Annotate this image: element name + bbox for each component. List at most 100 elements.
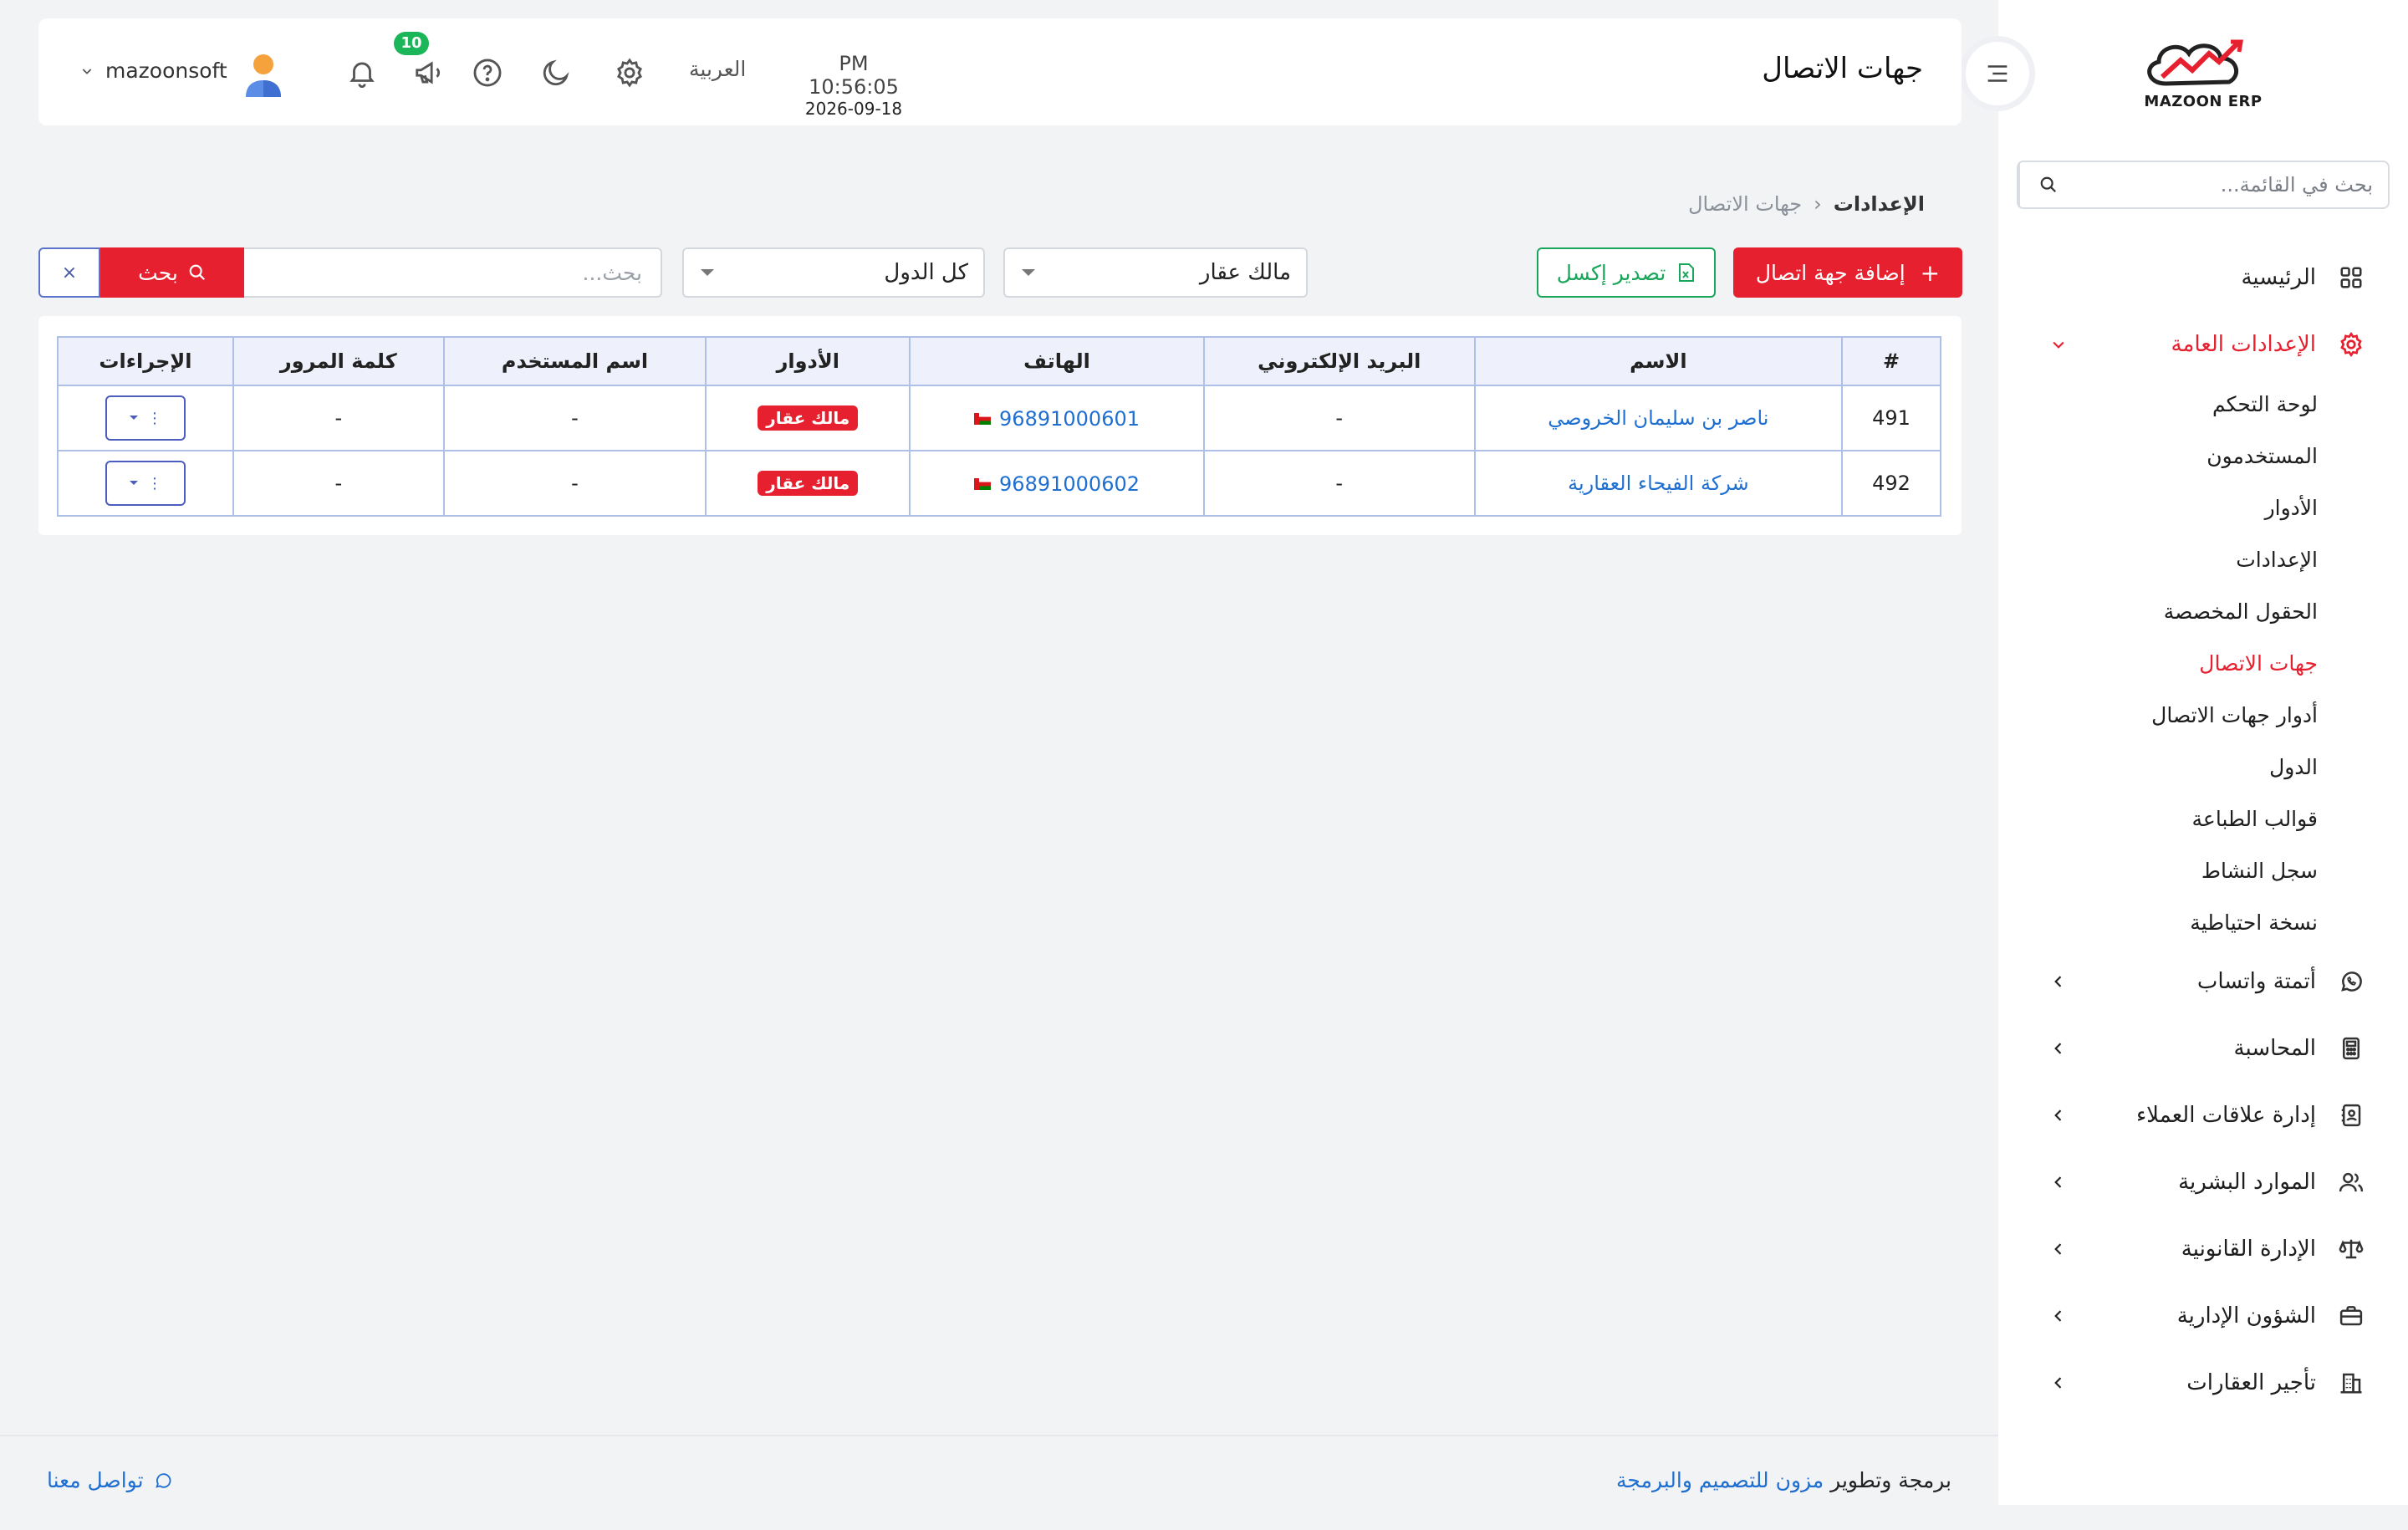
breadcrumb-root[interactable]: الإعدادات <box>1834 192 1925 216</box>
chevron-left-icon[interactable] <box>2048 1105 2069 1125</box>
cell-password: - <box>232 450 445 517</box>
sidebar-item-label: الشؤون الإدارية <box>2176 1303 2316 1329</box>
sidebar-item-hr[interactable]: الموارد البشرية <box>1998 1149 2408 1216</box>
help-icon[interactable] <box>470 55 505 90</box>
column-header-password[interactable]: كلمة المرور <box>232 336 445 386</box>
dark-mode-moon-icon[interactable] <box>538 55 574 90</box>
logo-cloud-icon <box>2147 39 2243 86</box>
excel-file-icon <box>1677 263 1696 283</box>
sidebar-subitem-countries[interactable]: الدول <box>1998 741 2318 793</box>
language-switch[interactable]: العربية <box>689 57 746 81</box>
row-actions-button[interactable]: ⋮ <box>105 461 186 506</box>
sidebar-item-label: المحاسبة <box>2233 1036 2316 1061</box>
settings-gear-icon[interactable] <box>612 55 647 90</box>
user-menu[interactable]: mazoonsoft <box>80 59 227 83</box>
cell-username: - <box>442 450 707 517</box>
kebab-menu-icon: ⋮ <box>146 474 162 492</box>
chevron-left-icon[interactable] <box>2048 972 2069 992</box>
bell-icon[interactable] <box>344 55 380 90</box>
avatar[interactable] <box>242 52 284 97</box>
sidebar-subitem-roles[interactable]: الأدوار <box>1998 482 2318 533</box>
search-input[interactable]: بحث... <box>244 247 662 298</box>
chevron-left-icon[interactable] <box>2048 1038 2069 1058</box>
footer-credit-link[interactable]: مزون للتصميم والبرمجة <box>1616 1468 1824 1492</box>
add-contact-button[interactable]: + إضافة جهة اتصال <box>1733 247 1962 298</box>
oman-flag-icon <box>974 477 992 490</box>
phone-link[interactable]: 96891000602 <box>974 472 1140 496</box>
column-header-roles[interactable]: الأدوار <box>705 336 911 386</box>
chevron-down-icon <box>129 480 139 487</box>
column-header-phone[interactable]: الهاتف <box>909 336 1205 386</box>
sidebar-subitem-backup[interactable]: نسخة احتياطية <box>1998 896 2318 948</box>
sidebar-subitem-settings[interactable]: الإعدادات <box>1998 533 2318 585</box>
sidebar-subitem-activity-log[interactable]: سجل النشاط <box>1998 844 2318 896</box>
chevron-down-icon[interactable] <box>2048 334 2069 354</box>
sidebar-subitem-custom-fields[interactable]: الحقول المخصصة <box>1998 585 2318 637</box>
search-icon <box>188 263 207 282</box>
sidebar-item-legal[interactable]: الإدارة القانونية <box>1998 1216 2408 1283</box>
search-button[interactable]: بحث <box>100 247 244 298</box>
sidebar-toggle-button[interactable] <box>1960 36 2035 111</box>
cell-email: - <box>1202 385 1476 451</box>
sidebar-subitem-dashboard[interactable]: لوحة التحكم <box>1998 378 2318 430</box>
sidebar-item-label: الإدارة القانونية <box>2181 1237 2316 1262</box>
username: mazoonsoft <box>105 59 227 83</box>
sidebar-item-whatsapp[interactable]: أتمتة واتساب <box>1998 948 2408 1015</box>
cell-username: - <box>442 385 707 451</box>
phone-link[interactable]: 96891000601 <box>974 407 1140 431</box>
sidebar-item-accounting[interactable]: المحاسبة <box>1998 1015 2408 1082</box>
column-header-name[interactable]: الاسم <box>1473 336 1844 386</box>
chevron-down-icon <box>129 415 139 421</box>
sidebar-search[interactable]: بحث في القائمة... <box>2017 161 2390 209</box>
sidebar-item-home[interactable]: الرئيسية <box>1998 244 2408 311</box>
calculator-icon <box>2336 1033 2366 1063</box>
contact-us-link[interactable]: تواصل معنا <box>47 1468 172 1492</box>
building-icon <box>2336 1368 2366 1398</box>
cell-id: 492 <box>1841 450 1941 517</box>
chevron-down-icon <box>80 64 94 78</box>
contacts-table: # الاسم البريد الإلكتروني الهاتف الأدوار… <box>57 336 1941 517</box>
cell-email: - <box>1202 450 1476 517</box>
sidebar-subitem-contact-roles[interactable]: أدوار جهات الاتصال <box>1998 689 2318 741</box>
breadcrumb-separator: ‹ <box>1814 192 1822 216</box>
row-actions-button[interactable]: ⋮ <box>105 395 186 441</box>
sidebar-item-admin-affairs[interactable]: الشؤون الإدارية <box>1998 1283 2408 1349</box>
chevron-left-icon[interactable] <box>2048 1239 2069 1259</box>
column-header-username[interactable]: اسم المستخدم <box>442 336 707 386</box>
grid-icon <box>2336 263 2366 293</box>
caret-down-icon <box>1020 268 1037 278</box>
chevron-left-icon[interactable] <box>2048 1306 2069 1326</box>
sidebar-item-general-settings[interactable]: الإعدادات العامة <box>1998 311 2408 378</box>
search-group: بحث... بحث × <box>38 247 662 298</box>
sidebar-item-real-estate-rental[interactable]: تأجير العقارات <box>1998 1349 2408 1416</box>
table-row: 491 ناصر بن سليمان الخروصي - 96891000601… <box>57 385 1941 451</box>
phone-number: 96891000601 <box>999 406 1140 431</box>
sidebar-subitem-contacts[interactable]: جهات الاتصال <box>1998 637 2318 689</box>
app-logo[interactable]: MAZOON ERP <box>2132 35 2274 110</box>
sidebar-menu: الرئيسية الإعدادات العامة لوحة التحكم ال… <box>1998 244 2408 1416</box>
contact-name-link[interactable]: ناصر بن سليمان الخروصي <box>1548 406 1768 430</box>
sidebar-subitem-print-templates[interactable]: قوالب الطباعة <box>1998 793 2318 844</box>
sidebar: MAZOON ERP بحث في القائمة... الرئيسية ال… <box>1998 0 2408 1505</box>
chevron-left-icon[interactable] <box>2048 1172 2069 1192</box>
export-excel-button[interactable]: تصدير إكسل <box>1537 247 1716 298</box>
notification-count-badge: 10 <box>394 32 429 55</box>
contact-name-link[interactable]: شركة الفيحاء العقارية <box>1568 472 1749 495</box>
clock-date: 2026-09-18 <box>804 99 903 119</box>
role-filter-select[interactable]: مالك عقار <box>1003 247 1308 298</box>
clear-search-button[interactable]: × <box>38 247 100 298</box>
kebab-menu-icon: ⋮ <box>146 409 162 427</box>
country-filter-select[interactable]: كل الدول <box>682 247 985 298</box>
chevron-left-icon[interactable] <box>2048 1373 2069 1393</box>
search-icon[interactable] <box>2018 162 2077 207</box>
logo-text: MAZOON ERP <box>2144 93 2263 110</box>
column-header-number[interactable]: # <box>1841 336 1941 386</box>
sidebar-search-input[interactable]: بحث في القائمة... <box>2221 173 2388 196</box>
gear-icon <box>2336 329 2366 360</box>
sidebar-item-label: أتمتة واتساب <box>2196 969 2316 994</box>
sidebar-item-crm[interactable]: إدارة علاقات العملاء <box>1998 1082 2408 1149</box>
sidebar-subitem-users[interactable]: المستخدمون <box>1998 430 2318 482</box>
column-header-email[interactable]: البريد الإلكتروني <box>1202 336 1476 386</box>
phone-number: 96891000602 <box>999 472 1140 496</box>
announcements-megaphone-icon[interactable] <box>411 55 446 90</box>
